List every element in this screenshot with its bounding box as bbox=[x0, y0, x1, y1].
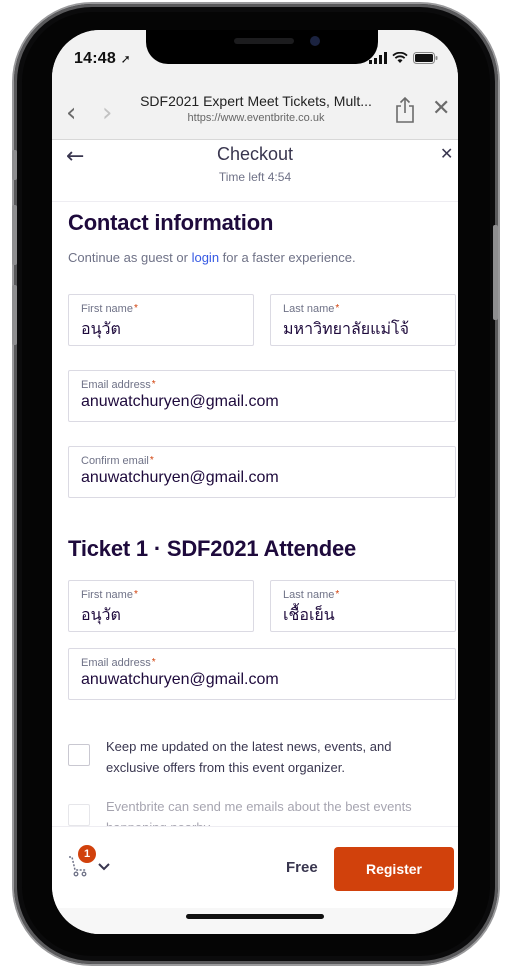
confirm-email-field[interactable]: Confirm email* anuwatchuryen@gmail.com bbox=[68, 446, 456, 498]
home-indicator[interactable] bbox=[186, 914, 324, 919]
battery-icon bbox=[413, 52, 438, 64]
ticket-email-value: anuwatchuryen@gmail.com bbox=[81, 671, 279, 688]
status-time: 14:48 ➚ bbox=[74, 50, 131, 67]
checkout-form: Contact information Continue as guest or… bbox=[52, 202, 458, 826]
ticket-first-name-field[interactable]: First name* อนุวัต bbox=[68, 580, 254, 632]
ticket-heading: Ticket 1 · SDF2021 Attendee bbox=[68, 536, 357, 561]
ticket-last-name-field[interactable]: Last name* เชื้อเย็น bbox=[270, 580, 456, 632]
share-icon[interactable] bbox=[394, 96, 416, 124]
ticket-last-name-value: เชื้อเย็น bbox=[283, 607, 335, 624]
confirm-email-value: anuwatchuryen@gmail.com bbox=[81, 469, 279, 486]
eventbrite-emails-checkbox[interactable] bbox=[68, 804, 90, 826]
browser-back-icon[interactable]: ‹ bbox=[66, 98, 76, 128]
checkout-title: Checkout bbox=[216, 144, 294, 164]
eventbrite-emails-label: Eventbrite can send me emails about the … bbox=[106, 799, 412, 826]
front-camera bbox=[310, 36, 320, 46]
guest-login-text: Continue as guest or login for a faster … bbox=[68, 250, 356, 265]
required-marker: * bbox=[151, 657, 156, 668]
browser-forward-icon[interactable]: › bbox=[102, 98, 112, 128]
contact-email-value: anuwatchuryen@gmail.com bbox=[81, 393, 279, 410]
notch bbox=[146, 30, 378, 64]
signal-icon bbox=[369, 52, 387, 64]
ticket-email-field[interactable]: Email address* anuwatchuryen@gmail.com bbox=[68, 648, 456, 700]
power-button bbox=[493, 225, 498, 320]
browser-toolbar: ‹ › SDF2021 Expert Meet Tickets, Mult...… bbox=[52, 88, 458, 140]
organizer-updates-option[interactable]: Keep me updated on the latest news, even… bbox=[68, 736, 448, 782]
browser-url[interactable]: https://www.eventbrite.co.uk bbox=[136, 112, 376, 124]
organizer-updates-checkbox[interactable] bbox=[68, 744, 90, 766]
location-arrow-icon: ➚ bbox=[120, 52, 131, 66]
contact-first-name-value: อนุวัต bbox=[81, 321, 121, 338]
checkout-header: ← Checkout Time left 4:54 ✕ bbox=[52, 140, 458, 202]
contact-info-heading: Contact information bbox=[68, 210, 274, 235]
phone-screen: 14:48 ➚ ‹ › SDF2021 Expert Meet Tickets,… bbox=[52, 30, 458, 934]
mute-switch bbox=[12, 150, 17, 180]
browser-page-title: SDF2021 Expert Meet Tickets, Mult... bbox=[140, 93, 372, 109]
organizer-updates-label: Keep me updated on the latest news, even… bbox=[106, 739, 392, 775]
close-checkout-icon[interactable]: ✕ bbox=[440, 144, 453, 163]
login-link[interactable]: login bbox=[192, 250, 219, 265]
required-marker: * bbox=[335, 303, 340, 314]
checkout-footer: 1 Free Register bbox=[52, 826, 458, 908]
contact-email-field[interactable]: Email address* anuwatchuryen@gmail.com bbox=[68, 370, 456, 422]
required-marker: * bbox=[335, 589, 340, 600]
contact-last-name-field[interactable]: Last name* มหาวิทยาลัยแม่โจ้ bbox=[270, 294, 456, 346]
eventbrite-emails-option[interactable]: Eventbrite can send me emails about the … bbox=[68, 796, 448, 826]
order-summary-toggle[interactable]: 1 bbox=[68, 845, 112, 879]
register-button[interactable]: Register bbox=[334, 847, 454, 891]
required-marker: * bbox=[151, 379, 156, 390]
chevron-down-icon bbox=[98, 863, 110, 871]
contact-first-name-field[interactable]: First name* อนุวัต bbox=[68, 294, 254, 346]
status-icons bbox=[369, 52, 438, 64]
home-indicator-area bbox=[52, 908, 458, 934]
required-marker: * bbox=[149, 455, 154, 466]
order-total-price: Free bbox=[286, 859, 318, 876]
volume-down-button bbox=[12, 285, 17, 345]
wifi-icon bbox=[392, 52, 408, 63]
volume-up-button bbox=[12, 205, 17, 265]
cart-count-badge: 1 bbox=[78, 845, 96, 863]
browser-close-icon[interactable]: ✕ bbox=[432, 96, 450, 121]
required-marker: * bbox=[133, 589, 138, 600]
ticket-first-name-value: อนุวัต bbox=[81, 607, 121, 624]
status-bar: 14:48 ➚ bbox=[52, 30, 458, 88]
speaker-grille bbox=[234, 38, 294, 44]
time-left-timer: Time left 4:54 bbox=[218, 170, 292, 184]
required-marker: * bbox=[133, 303, 138, 314]
contact-last-name-value: มหาวิทยาลัยแม่โจ้ bbox=[283, 321, 409, 338]
